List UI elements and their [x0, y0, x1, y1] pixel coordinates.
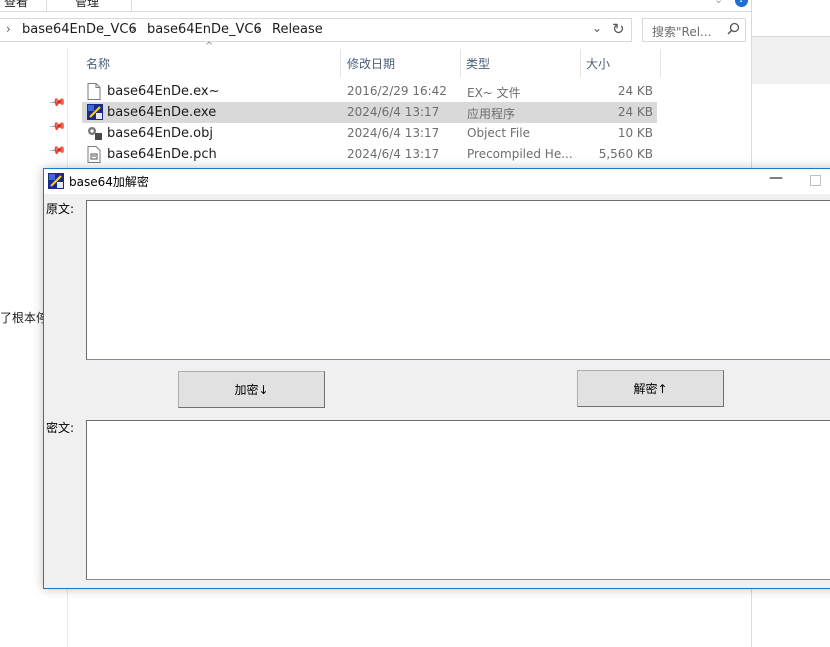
pin-icon[interactable]: 📌 [48, 93, 67, 112]
file-date: 2024/6/4 13:17 [347, 147, 440, 161]
column-headers: ^ 名称 修改日期 类型 大小 [82, 41, 662, 77]
address-bar[interactable]: › base64EnDe_VC6 › base64EnDe_VC6 › Rele… [0, 18, 632, 42]
breadcrumb-item[interactable]: base64EnDe_VC6 [147, 22, 262, 37]
search-icon[interactable] [727, 22, 740, 39]
ribbon-divider [46, 0, 47, 11]
minimize-button[interactable]: — [762, 170, 790, 192]
pin-icon[interactable]: 📌 [48, 117, 67, 136]
file-date: 2024/6/4 13:17 [347, 105, 440, 119]
file-row[interactable]: base64EnDe.obj 2024/6/4 13:17 Object Fil… [82, 123, 657, 144]
app-icon [48, 173, 64, 189]
column-header-size[interactable]: 大小 [586, 49, 610, 77]
plaintext-label: 原文: [46, 202, 75, 216]
column-header-date[interactable]: 修改日期 [347, 49, 395, 77]
sort-ascending-icon: ^ [205, 41, 214, 52]
column-divider[interactable] [660, 49, 661, 77]
plaintext-input[interactable] [86, 200, 830, 360]
ciphertext-label: 密文: [46, 421, 75, 435]
file-size: 5,560 KB [598, 147, 653, 161]
blank-file-icon [87, 83, 101, 100]
file-type: 应用程序 [467, 107, 516, 121]
chevron-down-icon[interactable]: ⌄ [592, 21, 602, 35]
file-name: base64EnDe.obj [107, 126, 213, 141]
column-divider[interactable] [460, 49, 461, 77]
app-exe-icon [87, 104, 103, 121]
title-bar[interactable]: base64加解密 — [44, 169, 830, 194]
object-file-icon [87, 125, 102, 142]
ribbon-tabs: 查看 管理 ⌄ ? [0, 0, 752, 12]
file-name: base64EnDe.pch [107, 147, 217, 162]
file-date: 2016/2/29 16:42 [347, 84, 447, 98]
chevron-right-icon: › [6, 22, 11, 36]
ribbon-tab-manage[interactable]: 管理 [75, 0, 99, 10]
column-header-name[interactable]: 名称 [86, 49, 110, 77]
refresh-icon[interactable]: ↻ [612, 20, 625, 38]
chevron-right-icon: › [131, 22, 136, 36]
expand-ribbon-icon[interactable]: ⌄ [714, 0, 723, 6]
file-date: 2024/6/4 13:17 [347, 126, 440, 140]
search-box[interactable]: 搜索"Rel... [642, 18, 746, 42]
column-divider[interactable] [340, 49, 341, 77]
column-header-type[interactable]: 类型 [466, 49, 490, 77]
file-name: base64EnDe.ex~ [107, 84, 220, 99]
file-type: Precompiled He... [467, 147, 573, 161]
ribbon-divider [131, 0, 132, 11]
background-window [752, 36, 830, 84]
file-type: Object File [467, 126, 530, 140]
file-row[interactable]: base64EnDe.ex~ 2016/2/29 16:42 EX~ 文件 24… [82, 81, 657, 102]
file-row[interactable]: base64EnDe.pch 2024/6/4 13:17 Precompile… [82, 144, 657, 165]
search-placeholder: 搜索"Rel... [652, 25, 712, 39]
file-row-selected[interactable]: base64EnDe.exe 2024/6/4 13:17 应用程序 24 KB [82, 102, 657, 123]
encrypt-button[interactable]: 加密↓ [178, 371, 325, 408]
pch-file-icon [87, 146, 101, 163]
maximize-button[interactable] [810, 175, 821, 186]
pin-icon[interactable]: 📌 [48, 141, 67, 160]
file-size: 24 KB [617, 105, 653, 119]
file-name: base64EnDe.exe [107, 105, 217, 120]
file-size: 24 KB [617, 84, 653, 98]
help-icon[interactable]: ? [735, 0, 748, 7]
ribbon-tab-view[interactable]: 查看 [4, 0, 28, 10]
column-divider[interactable] [580, 49, 581, 77]
file-size: 10 KB [617, 126, 653, 140]
chevron-right-icon: › [256, 22, 261, 36]
base64-dialog-window: base64加解密 — 原文: 加密↓ 解密↑ 密文: [43, 168, 830, 589]
file-type: EX~ 文件 [467, 86, 521, 100]
window-title: base64加解密 [69, 175, 149, 189]
breadcrumb-item[interactable]: base64EnDe_VC6 [22, 22, 137, 37]
breadcrumb-item[interactable]: Release [272, 22, 323, 37]
ciphertext-input[interactable] [86, 420, 830, 580]
decrypt-button[interactable]: 解密↑ [577, 370, 724, 407]
